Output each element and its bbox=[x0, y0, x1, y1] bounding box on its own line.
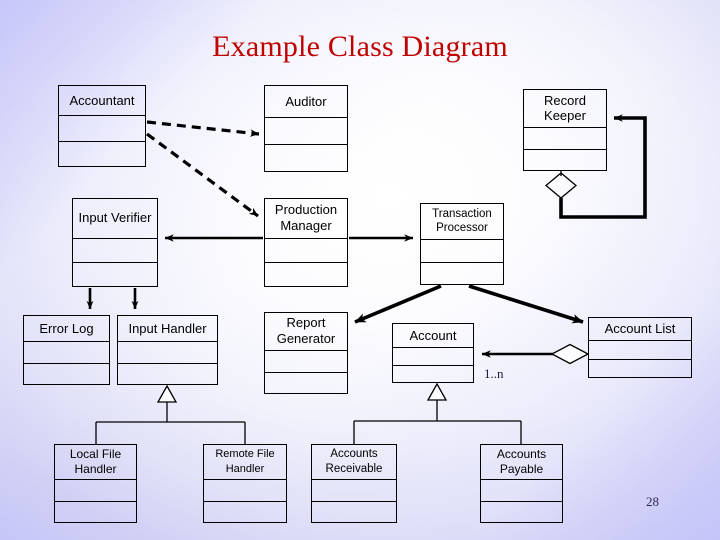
class-name-record-keeper: Record Keeper bbox=[524, 90, 606, 128]
class-box-local-file-handler[interactable]: Local File Handler bbox=[54, 444, 137, 523]
class-operations-local-file-handler bbox=[55, 502, 136, 523]
class-operations-input-verifier bbox=[73, 263, 157, 286]
edge-account-generalization bbox=[353, 382, 522, 444]
class-attributes-input-handler bbox=[118, 342, 217, 364]
edge-input-handler-generalization bbox=[95, 384, 246, 444]
class-box-auditor[interactable]: Auditor bbox=[264, 85, 348, 172]
class-attributes-accounts-payable bbox=[481, 480, 562, 502]
class-name-accountant: Accountant bbox=[59, 86, 145, 116]
class-operations-record-keeper bbox=[524, 150, 606, 171]
class-name-account: Account bbox=[393, 324, 473, 348]
class-name-transaction-processor: Transaction Processor bbox=[421, 204, 503, 240]
class-attributes-account bbox=[393, 348, 473, 366]
class-operations-accountant bbox=[59, 142, 145, 167]
class-box-remote-file-handler[interactable]: Remote File Handler bbox=[203, 444, 287, 523]
generalization-triangle-account bbox=[426, 382, 448, 401]
class-attributes-error-log bbox=[24, 342, 109, 364]
class-box-transaction-processor[interactable]: Transaction Processor bbox=[420, 203, 504, 285]
class-name-remote-file-handler: Remote File Handler bbox=[204, 445, 286, 480]
class-operations-auditor bbox=[265, 145, 347, 171]
slide-number: 28 bbox=[646, 494, 659, 509]
class-name-account-list: Account List bbox=[589, 318, 691, 341]
class-box-input-handler[interactable]: Input Handler bbox=[117, 315, 218, 385]
class-operations-accounts-payable bbox=[481, 502, 562, 523]
class-box-accounts-receivable[interactable]: Accounts Receivable bbox=[311, 444, 397, 523]
class-box-input-verifier[interactable]: Input Verifier bbox=[72, 198, 158, 287]
class-operations-error-log bbox=[24, 364, 109, 385]
class-name-accounts-payable: Accounts Payable bbox=[481, 445, 562, 480]
page-title: Example Class Diagram bbox=[212, 30, 508, 63]
class-attributes-production-manager bbox=[265, 239, 347, 263]
aggregation-diamond-account-list bbox=[550, 343, 590, 365]
class-box-report-generator[interactable]: Report Generator bbox=[264, 312, 348, 394]
class-name-accounts-receivable: Accounts Receivable bbox=[312, 445, 396, 480]
class-operations-account bbox=[393, 366, 473, 383]
edge-account-list-account-aggregation bbox=[481, 343, 590, 365]
generalization-triangle-input-handler bbox=[156, 384, 178, 403]
class-attributes-transaction-processor bbox=[421, 240, 503, 263]
class-operations-accounts-receivable bbox=[312, 502, 396, 523]
class-attributes-local-file-handler bbox=[55, 480, 136, 502]
class-operations-production-manager bbox=[265, 263, 347, 286]
class-attributes-remote-file-handler bbox=[204, 480, 286, 502]
class-box-accounts-payable[interactable]: Accounts Payable bbox=[480, 444, 563, 523]
class-operations-transaction-processor bbox=[421, 263, 503, 285]
class-name-input-handler: Input Handler bbox=[118, 316, 217, 342]
class-name-production-manager: Production Manager bbox=[265, 199, 347, 239]
class-attributes-account-list bbox=[589, 341, 691, 360]
class-name-auditor: Auditor bbox=[265, 86, 347, 118]
aggregation-diamond-record-keeper bbox=[544, 172, 578, 199]
class-attributes-record-keeper bbox=[524, 128, 606, 150]
class-operations-input-handler bbox=[118, 364, 217, 385]
class-attributes-auditor bbox=[265, 118, 347, 145]
class-name-input-verifier: Input Verifier bbox=[73, 199, 157, 239]
class-operations-report-generator bbox=[265, 373, 347, 394]
class-box-account-list[interactable]: Account List bbox=[588, 317, 692, 378]
class-box-accountant[interactable]: Accountant bbox=[58, 85, 146, 167]
class-name-local-file-handler: Local File Handler bbox=[55, 445, 136, 480]
class-attributes-accountant bbox=[59, 116, 145, 142]
class-attributes-input-verifier bbox=[73, 239, 157, 263]
slide-canvas: Example Class Diagram Auditor : dependen… bbox=[0, 0, 720, 540]
class-name-report-generator: Report Generator bbox=[265, 313, 347, 351]
edge-transaction-processor-account-list bbox=[468, 284, 584, 324]
edge-accountant-production-manager bbox=[146, 132, 259, 218]
class-box-record-keeper[interactable]: Record Keeper bbox=[523, 89, 607, 171]
class-box-account[interactable]: Account bbox=[392, 323, 474, 383]
edge-accountant-auditor bbox=[146, 120, 260, 137]
class-attributes-report-generator bbox=[265, 351, 347, 373]
multiplicity-label-account-list: 1..n bbox=[484, 366, 504, 381]
class-attributes-accounts-receivable bbox=[312, 480, 396, 502]
class-operations-account-list bbox=[589, 360, 691, 378]
edge-transaction-processor-report-generator bbox=[354, 284, 442, 324]
class-box-production-manager[interactable]: Production Manager bbox=[264, 198, 348, 287]
class-name-error-log: Error Log bbox=[24, 316, 109, 342]
class-box-error-log[interactable]: Error Log bbox=[23, 315, 110, 385]
class-operations-remote-file-handler bbox=[204, 502, 286, 523]
